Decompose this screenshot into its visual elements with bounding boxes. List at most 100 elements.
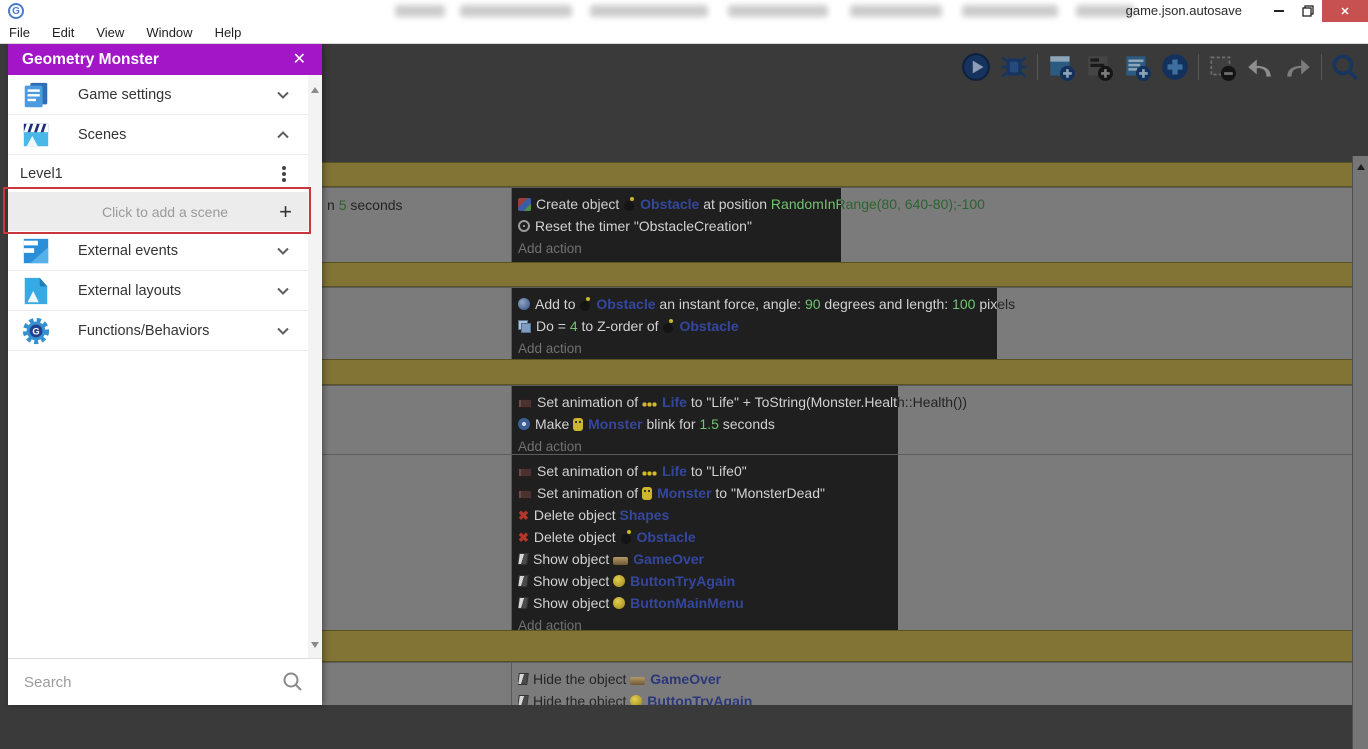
chevron-up-icon[interactable] (274, 126, 292, 144)
gameover-icon (630, 676, 646, 685)
event-row[interactable]: Set animation of Life to "Life0" Set anim… (322, 454, 1352, 630)
menu-window[interactable]: Window (136, 25, 204, 40)
project-search[interactable]: Search (8, 658, 322, 705)
life-icon (642, 471, 657, 476)
restore-button[interactable] (1294, 0, 1322, 22)
monster-icon (642, 487, 652, 500)
search-events-button[interactable] (1330, 52, 1360, 82)
condition-line[interactable]: n 5 seconds (327, 194, 509, 216)
animation-icon (518, 399, 532, 408)
comment-row[interactable] (322, 262, 1352, 287)
scroll-up-icon[interactable] (1356, 164, 1365, 170)
event-row[interactable]: n 5 secondsCreate object Obstacle at pos… (322, 187, 1352, 262)
object-name: Obstacle (636, 529, 696, 545)
menu-help[interactable]: Help (205, 25, 254, 40)
actions-cell[interactable]: Add to Obstacle an instant force, angle:… (512, 288, 1352, 359)
sidebar-item-external-events[interactable]: External events (8, 231, 322, 271)
add-comment-button[interactable] (1122, 52, 1152, 82)
conditions-cell[interactable] (322, 386, 512, 454)
chevron-down-icon[interactable] (274, 282, 292, 300)
events-scrollbar[interactable] (1352, 156, 1368, 749)
gdevelop-logo-icon: G (8, 3, 24, 19)
action-line[interactable]: Hide the object ButtonTryAgain (518, 690, 1352, 705)
chevron-down-icon[interactable] (274, 322, 292, 340)
annotation-highlight-box (3, 187, 311, 234)
functions-behaviors-icon: G (21, 316, 51, 346)
debug-button[interactable] (999, 52, 1029, 82)
add-event-button[interactable] (1046, 52, 1076, 82)
event-row[interactable]: Set animation of Life to "Life" + ToStri… (322, 385, 1352, 454)
events-sheet: n 5 secondsCreate object Obstacle at pos… (322, 88, 1352, 705)
sidebar-item-game-settings[interactable]: Game settings (8, 75, 322, 115)
scenes-icon (21, 120, 51, 150)
menubar: File Edit View Window Help (0, 22, 1368, 44)
chevron-down-icon[interactable] (274, 242, 292, 260)
action-line[interactable]: Hide the object GameOver (518, 668, 1352, 690)
add-subevent-button[interactable] (1084, 52, 1114, 82)
expression-value: 100 (952, 296, 976, 312)
remove-event-button[interactable] (1207, 52, 1237, 82)
actions-cell[interactable]: Set animation of Life to "Life" + ToStri… (512, 386, 1352, 454)
conditions-cell[interactable] (322, 455, 512, 630)
expression-value: 1.5 (699, 416, 719, 432)
menu-file[interactable]: File (0, 25, 42, 40)
close-button[interactable]: ✕ (1322, 0, 1368, 22)
comment-row[interactable] (322, 630, 1352, 662)
scroll-down-icon[interactable] (311, 642, 319, 648)
drawer-scrollbar[interactable] (308, 75, 322, 658)
comment-row[interactable] (322, 162, 1352, 187)
external-events-icon (21, 236, 51, 266)
search-icon (282, 671, 304, 693)
expression-value: 90 (804, 296, 821, 312)
external-layouts-icon (21, 276, 51, 306)
actions-cell[interactable]: Set animation of Life to "Life0" Set anim… (512, 455, 1352, 630)
object-name: ButtonMainMenu (630, 595, 744, 611)
project-manager-list: Game settings Scenes Level1 Click to add a … (8, 75, 322, 658)
drawer-header: Geometry Monster ✕ (8, 44, 322, 75)
kebab-menu-icon[interactable] (282, 165, 286, 170)
delete-icon: ✖ (518, 507, 529, 523)
search-input[interactable]: Search (24, 674, 282, 691)
actions-cell[interactable]: Hide the object GameOver Hide the object … (512, 663, 1352, 705)
toolbar-separator (1198, 54, 1199, 80)
obstacle-icon (620, 530, 632, 544)
button-icon (630, 695, 643, 705)
svg-text:G: G (32, 326, 39, 336)
drawer-close-button[interactable]: ✕ (293, 51, 306, 68)
object-name: GameOver (650, 671, 722, 687)
menu-edit[interactable]: Edit (42, 25, 86, 40)
add-event-choice-button[interactable] (1160, 52, 1190, 82)
sidebar-item-label: Scenes (78, 126, 127, 143)
conditions-cell[interactable]: n 5 seconds (322, 188, 512, 262)
undo-button[interactable] (1245, 52, 1275, 82)
preview-button[interactable] (961, 52, 991, 82)
toolbar-separator (1321, 54, 1322, 80)
sidebar-item-functions-behaviors[interactable]: G Functions/Behaviors (8, 311, 322, 351)
obstacle-icon (662, 319, 674, 333)
chevron-down-icon[interactable] (274, 86, 292, 104)
hide-icon (518, 695, 529, 705)
sidebar-item-label: External layouts (78, 282, 182, 299)
object-name: GameOver (633, 551, 704, 567)
sidebar-item-external-layouts[interactable]: External layouts (8, 271, 322, 311)
menu-view[interactable]: View (86, 25, 136, 40)
actions-cell[interactable]: Create object Obstacle at position Rando… (512, 188, 1352, 262)
animation-icon (518, 490, 532, 499)
create-object-icon (518, 198, 531, 211)
scroll-up-icon[interactable] (311, 87, 319, 93)
object-name: ButtonTryAgain (647, 693, 753, 705)
conditions-cell[interactable] (322, 663, 512, 705)
button-icon (613, 575, 625, 587)
life-icon (642, 402, 657, 407)
conditions-cell[interactable] (322, 288, 512, 359)
comment-row[interactable] (322, 359, 1352, 385)
redo-button[interactable] (1283, 52, 1313, 82)
expression-value: 5 (338, 197, 347, 213)
obstacle-icon (579, 297, 591, 311)
object-name: Life (662, 463, 687, 479)
event-row[interactable]: Add to Obstacle an instant force, angle:… (322, 287, 1352, 359)
minimize-button[interactable] (1264, 0, 1294, 22)
sidebar-item-scenes[interactable]: Scenes (8, 115, 322, 155)
event-row[interactable]: Hide the object GameOver Hide the object … (322, 662, 1352, 705)
show-icon (518, 575, 529, 587)
